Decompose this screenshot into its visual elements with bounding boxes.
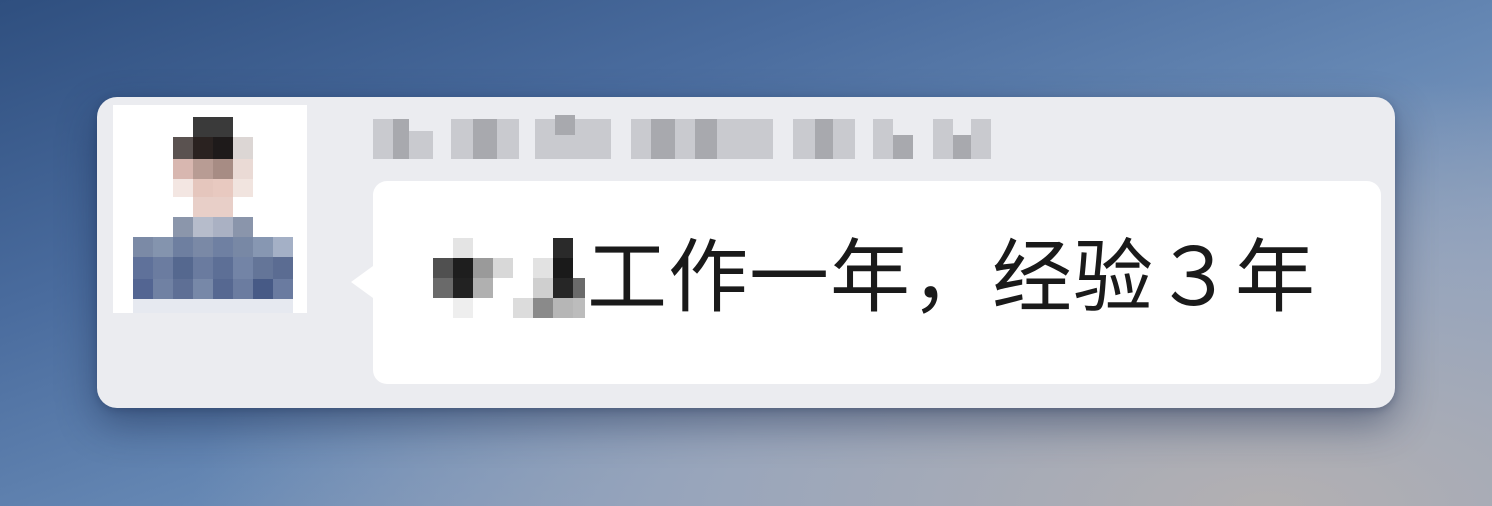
message-text: 工作一年，经验３年	[587, 231, 1316, 324]
avatar[interactable]	[113, 105, 307, 313]
sender-name-redacted	[373, 111, 1003, 161]
message-notification-card[interactable]: 工作一年，经验３年	[97, 97, 1395, 408]
redacted-text	[433, 238, 585, 318]
message-bubble[interactable]: 工作一年，经验３年	[351, 181, 1381, 384]
